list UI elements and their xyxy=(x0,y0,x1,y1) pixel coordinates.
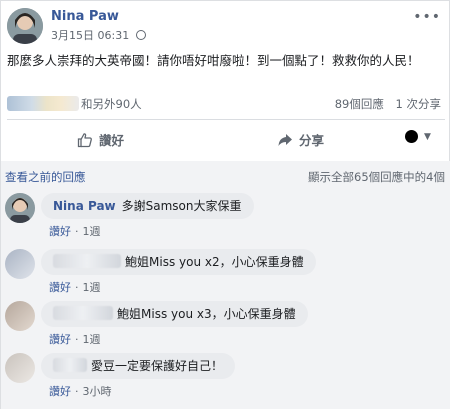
comment-time[interactable]: 1週 xyxy=(83,333,101,346)
comment-meta: 讚好 · 1週 xyxy=(49,225,101,238)
more-options-icon[interactable]: ••• xyxy=(413,9,441,25)
comment-like-link[interactable]: 讚好 xyxy=(49,385,71,398)
shares-count[interactable]: 1 次分享 xyxy=(396,97,441,111)
comment-bubble: Nina Paw 多謝Samson大家保重 xyxy=(41,193,254,219)
comment-like-link[interactable]: 讚好 xyxy=(49,281,71,294)
comment-bubble: 愛豆一定要保護好自己！ xyxy=(41,353,236,379)
comments-shown-count: 顯示全部65個回應中的4個 xyxy=(308,170,445,184)
caret-down-icon: ▼ xyxy=(424,131,431,142)
comment-text: 愛豆一定要保護好自己！ xyxy=(91,359,224,373)
reactor-names-blurred[interactable] xyxy=(7,96,79,111)
comment-like-link[interactable]: 讚好 xyxy=(49,333,71,346)
post-text: 那麼多人崇拜的大英帝國！請你唔好咁廢啦！到一個點了！救救你的人民！ xyxy=(7,53,420,68)
reactions-count[interactable]: 和另外90人 xyxy=(81,96,142,112)
comment-time[interactable]: 3小時 xyxy=(83,385,112,398)
post-meta: 3月15日 06:31 xyxy=(51,27,146,43)
comments-section: 查看之前的回應 顯示全部65個回應中的4個 Nina Paw 多謝Samson大家… xyxy=(1,161,450,409)
like-label: 讚好 xyxy=(99,133,125,148)
comment-meta: 讚好 · 1週 xyxy=(49,333,101,346)
share-button[interactable]: 分享 xyxy=(277,130,324,149)
post-timestamp[interactable]: 3月15日 06:31 xyxy=(51,29,129,42)
comment-bubble: 鮑姐Miss you x3，小心保重身體 xyxy=(41,301,308,327)
comment-text: 鮑姐Miss you x3，小心保重身體 xyxy=(117,307,296,321)
facebook-post: Nina Paw 3月15日 06:31 ••• 那麼多人崇拜的大英帝國！請你唔… xyxy=(0,0,450,409)
commenter-avatar[interactable] xyxy=(5,353,35,383)
comment-meta: 讚好 · 1週 xyxy=(49,281,101,294)
comment-meta: 讚好 · 3小時 xyxy=(49,385,112,398)
view-previous-comments-link[interactable]: 查看之前的回應 xyxy=(5,169,86,185)
comment-text: 鮑姐Miss you x2，小心保重身體 xyxy=(125,255,304,269)
author-name[interactable]: Nina Paw xyxy=(51,9,119,24)
like-button[interactable]: 讚好 xyxy=(77,130,124,149)
comments-count[interactable]: 89個回應 xyxy=(335,97,384,111)
viewer-avatar xyxy=(405,130,418,143)
commenter-name[interactable]: Nina Paw xyxy=(53,199,116,213)
post-stats: 和另外90人 89個回應 1 次分享 xyxy=(7,95,445,113)
comment-like-link[interactable]: 讚好 xyxy=(49,225,71,238)
share-label: 分享 xyxy=(299,133,325,148)
comment-time[interactable]: 1週 xyxy=(83,225,101,238)
commenter-name-blurred[interactable] xyxy=(53,306,113,320)
comment-bubble: 鮑姐Miss you x2，小心保重身體 xyxy=(41,249,316,275)
commenter-avatar[interactable] xyxy=(5,249,35,279)
comment-time[interactable]: 1週 xyxy=(83,281,101,294)
engagement-counts: 89個回應 1 次分享 xyxy=(327,96,441,112)
globe-icon xyxy=(135,30,146,40)
author-avatar[interactable] xyxy=(7,8,43,44)
commenter-name-blurred[interactable] xyxy=(53,254,121,268)
comment-text: 多謝Samson大家保重 xyxy=(121,199,242,213)
action-bar: 讚好 分享 ▼ xyxy=(7,125,445,155)
commenter-name-blurred[interactable] xyxy=(53,358,87,372)
share-arrow-icon xyxy=(278,133,292,146)
viewer-selector[interactable]: ▼ xyxy=(405,130,431,143)
commenter-avatar[interactable] xyxy=(5,301,35,331)
thumbs-up-icon xyxy=(77,132,92,147)
divider xyxy=(7,119,445,120)
post-header: Nina Paw 3月15日 06:31 ••• xyxy=(7,8,445,48)
commenter-avatar[interactable] xyxy=(5,193,35,223)
